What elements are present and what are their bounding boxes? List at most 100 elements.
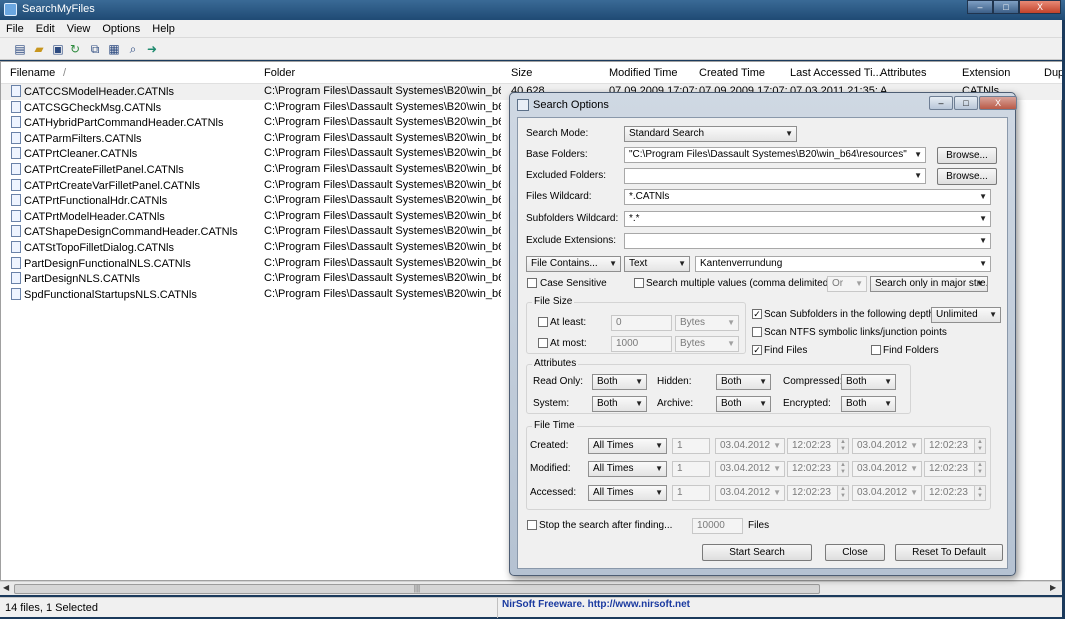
time-number-input[interactable]: 1 [672,461,710,477]
nirsoft-link[interactable]: NirSoft Freeware. http://www.nirsoft.net [502,599,690,610]
depth-select[interactable]: Unlimited ▼ [931,307,1001,323]
time-from-input[interactable]: 12:02:23 ▲ ▼ [787,461,849,477]
at-least-input[interactable]: 0 [611,315,672,331]
search-icon[interactable]: ⌕ [125,41,141,57]
dialog-close-button[interactable]: X [979,96,1017,110]
date-to-picker[interactable]: 03.04.2012 ▼ [852,461,922,477]
menu-file[interactable]: File [0,20,30,35]
compressed-select[interactable]: Both ▼ [841,374,896,390]
col-accessed[interactable]: Last Accessed Ti... [790,67,882,79]
refresh-icon[interactable]: ↻ [67,41,83,57]
date-to-picker[interactable]: 03.04.2012 ▼ [852,438,922,454]
properties-icon[interactable]: ▤ [12,41,28,57]
or-select[interactable]: Or ▼ [827,276,867,292]
case-sensitive-checkbox[interactable] [527,278,537,288]
system-select[interactable]: Both ▼ [592,396,647,412]
date-from-picker[interactable]: 03.04.2012 ▼ [715,485,785,501]
at-least-label: At least: [550,317,587,328]
maximize-button[interactable]: □ [993,0,1019,14]
open-folder-icon[interactable]: ▰ [31,41,47,57]
filename-cell: CATStTopoFilletDialog.CATNls [11,241,174,254]
files-wildcard-label: Files Wildcard: [526,191,592,202]
encrypted-select[interactable]: Both ▼ [841,396,896,412]
base-folders-input[interactable]: "C:\Program Files\Dassault Systemes\B20\… [624,147,926,163]
col-filename[interactable]: Filename [10,67,55,79]
menu-help[interactable]: Help [146,20,181,35]
stream-select[interactable]: Search only in major stre... ▼ [870,276,988,292]
dialog-body: Search Mode: Standard Search ▼ Base Folde… [517,117,1008,569]
time-number-input[interactable]: 1 [672,438,710,454]
date-from-picker[interactable]: 03.04.2012 ▼ [715,438,785,454]
files-wildcard-input[interactable]: *.CATNls ▼ [624,189,991,205]
time-from-input[interactable]: 12:02:23 ▲ ▼ [787,485,849,501]
chevron-down-icon: ▼ [635,399,643,408]
at-most-checkbox[interactable] [538,338,548,348]
start-search-button[interactable]: Start Search [702,544,812,561]
filename-cell: CATPrtModelHeader.CATNls [11,209,165,223]
time-from-input[interactable]: 12:02:23 ▲ ▼ [787,438,849,454]
browse-excluded-button[interactable]: Browse... [937,168,997,185]
copy-icon[interactable]: ⧉ [87,41,103,57]
scan-subfolders-checkbox[interactable]: ✓ [752,309,762,319]
archive-select[interactable]: Both ▼ [716,396,771,412]
chevron-down-icon: ▼ [884,377,892,386]
at-least-unit-select[interactable]: Bytes ▼ [675,315,739,331]
exclude-extensions-input[interactable]: ▼ [624,233,991,249]
contains-mode-select[interactable]: File Contains... ▼ [526,256,621,272]
search-mode-select[interactable]: Standard Search ▼ [624,126,797,142]
horizontal-scrollbar[interactable]: ◀ ||| ▶ [0,581,1062,595]
time-mode-select[interactable]: All Times ▼ [588,461,667,477]
date-to-picker[interactable]: 03.04.2012 ▼ [852,485,922,501]
date-from-picker[interactable]: 03.04.2012 ▼ [715,461,785,477]
col-size[interactable]: Size [511,67,532,79]
menu-view[interactable]: View [61,20,97,35]
col-created[interactable]: Created Time [699,67,765,79]
browse-base-button[interactable]: Browse... [937,147,997,164]
save-icon[interactable]: ▣ [50,41,66,57]
dialog-maximize-button[interactable]: □ [954,96,978,110]
folder-cell: C:\Program Files\Dassault Systemes\B20\w… [264,287,501,300]
at-most-input[interactable]: 1000 [611,336,672,352]
find-files-checkbox[interactable]: ✓ [752,345,762,355]
contains-type-select[interactable]: Text ▼ [624,256,690,272]
minimize-button[interactable]: – [967,0,993,14]
dialog-minimize-button[interactable]: – [929,96,953,110]
hidden-select[interactable]: Both ▼ [716,374,771,390]
file-icon [11,194,21,207]
find-folders-checkbox[interactable] [871,345,881,355]
time-mode-select[interactable]: All Times ▼ [588,438,667,454]
col-modified[interactable]: Modified Time [609,67,677,79]
col-extension[interactable]: Extension [962,67,1010,79]
subfolders-wildcard-input[interactable]: *.* ▼ [624,211,991,227]
search-multiple-checkbox[interactable] [634,278,644,288]
stop-after-input[interactable]: 10000 [692,518,743,534]
menu-options[interactable]: Options [96,20,146,35]
scroll-left-icon[interactable]: ◀ [3,583,9,592]
at-most-unit-select[interactable]: Bytes ▼ [675,336,739,352]
close-dialog-button[interactable]: Close [825,544,885,561]
time-number-input[interactable]: 1 [672,485,710,501]
scan-ntfs-checkbox[interactable] [752,327,762,337]
contains-value-input[interactable]: Kantenverrundung ▼ [695,256,991,272]
scroll-thumb[interactable]: ||| [14,584,820,594]
menu-edit[interactable]: Edit [30,20,61,35]
options-icon[interactable]: ▦ [106,41,122,57]
col-attributes[interactable]: Attributes [880,67,926,79]
at-least-checkbox[interactable] [538,317,548,327]
stop-after-checkbox[interactable] [527,520,537,530]
time-to-input[interactable]: 12:02:23 ▲ ▼ [924,438,986,454]
read-only-select[interactable]: Both ▼ [592,374,647,390]
time-to-input[interactable]: 12:02:23 ▲ ▼ [924,461,986,477]
time-mode-select[interactable]: All Times ▼ [588,485,667,501]
scan-subfolders-label: Scan Subfolders in the following depth: [764,309,937,320]
exit-icon[interactable]: ➜ [144,41,160,57]
scroll-right-icon[interactable]: ▶ [1050,583,1056,592]
file-icon [11,147,21,160]
filename-cell: CATPrtCreateFilletPanel.CATNls [11,163,184,176]
excluded-folders-input[interactable]: ▼ [624,168,926,184]
reset-default-button[interactable]: Reset To Default [895,544,1003,561]
time-to-input[interactable]: 12:02:23 ▲ ▼ [924,485,986,501]
close-button[interactable]: X [1019,0,1061,14]
col-folder[interactable]: Folder [264,67,295,79]
excluded-folders-label: Excluded Folders: [526,170,607,181]
